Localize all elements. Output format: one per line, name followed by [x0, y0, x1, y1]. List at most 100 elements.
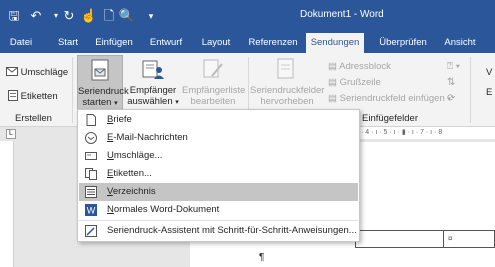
tab-einfuegen[interactable]: Einfügen — [92, 33, 136, 53]
menu-label: E-Mail-Nachrichten — [107, 129, 188, 147]
greeting-line-icon: ▤ — [328, 77, 337, 88]
adressblock-button: ▤ Adressblock — [328, 61, 391, 72]
paragraph-mark: ¶ — [259, 252, 265, 263]
group-separator — [470, 57, 471, 123]
labels-icon — [85, 168, 97, 180]
menu-item-briefe[interactable]: Briefe — [79, 111, 358, 129]
directory-icon — [85, 186, 97, 198]
tab-layout[interactable]: Layout — [198, 33, 234, 53]
dropdown-arrow-icon: ▾ — [175, 99, 179, 106]
ribbon-tabs: Datei Start Einfügen Entwurf Layout Refe… — [0, 33, 495, 53]
empfaengerliste-bearbeiten-button: Empfängerliste bearbeiten — [182, 55, 246, 111]
tab-ansicht[interactable]: Ansicht — [440, 33, 480, 53]
menu-label-rest: erzeichnis — [112, 186, 156, 197]
wizard-icon — [85, 225, 97, 237]
group-label-einfuegefelder: Einfügefelder — [362, 113, 418, 124]
menu-label: Normales Word-Dokument — [107, 201, 219, 219]
title-bar: 🖫 ↶ ▾ ↻ ☝ 🗋 🔍 ▾ Dokument1 - Word — [0, 0, 495, 33]
menu-label: Seriendruck-Assistent mit Schritt-für-Sc… — [107, 225, 357, 236]
seriendruck-starten-button[interactable]: Seriendruck starten ▾ — [77, 55, 129, 111]
recipients-icon — [142, 60, 164, 79]
tab-sendungen[interactable]: Sendungen — [306, 33, 364, 53]
adressblock-label: Adressblock — [339, 61, 391, 72]
menu-label-rest: riefe — [113, 114, 132, 125]
svg-text:W: W — [87, 206, 96, 216]
highlight-fields-icon — [277, 58, 294, 79]
seriendruck-label-2: starten — [82, 97, 112, 108]
undo-icon[interactable]: ↶ — [27, 7, 45, 25]
accelerator-key: U — [107, 150, 114, 161]
new-document-icon[interactable]: 🗋 — [100, 7, 118, 25]
menu-label-rest: -Mail-Nachrichten — [113, 132, 188, 143]
seriendruck-starten-menu: Briefe E-Mail-Nachrichten Umschläge... E… — [77, 109, 360, 242]
einfuegen-label: Seriendruckfeld einfügen — [339, 93, 445, 104]
menu-label: Etiketten... — [107, 165, 152, 183]
menu-item-verzeichnis[interactable]: Verzeichnis — [79, 183, 358, 201]
table-row[interactable]: ¤ — [355, 230, 495, 248]
menu-item-etiketten[interactable]: Etiketten... — [79, 165, 358, 183]
rules-icon: ⍰ ▾ — [447, 61, 460, 72]
tab-start[interactable]: Start — [53, 33, 83, 53]
empfaenger-label-2: auswählen — [127, 96, 173, 107]
table-cell-divider — [443, 231, 444, 247]
touch-mode-icon[interactable]: ☝ — [80, 7, 98, 25]
labels-icon — [8, 90, 18, 101]
menu-item-assistent[interactable]: Seriendruck-Assistent mit Schritt-für-Sc… — [79, 222, 358, 240]
menu-item-umschlaege[interactable]: Umschläge... — [79, 147, 358, 165]
save-icon[interactable]: 🖫 — [5, 7, 23, 25]
word-doc-icon: W — [85, 204, 97, 216]
match-fields-icon: ⇅ — [447, 77, 456, 88]
tab-selector-icon[interactable]: L — [6, 129, 16, 139]
menu-label-rest: mschläge... — [113, 150, 163, 161]
email-icon — [85, 132, 97, 144]
etiketten-button[interactable]: Etiketten — [8, 90, 58, 102]
felder-label-2: hervorheben — [260, 96, 314, 107]
horizontal-ruler: · 4 · ı · 5 · ı · ▮ · ı · 7 · ı · 8 — [355, 127, 495, 139]
tab-entwurf[interactable]: Entwurf — [146, 33, 186, 53]
menu-separator — [79, 220, 358, 221]
menu-label: Umschläge... — [107, 147, 162, 165]
ruler-marks: · 4 · ı · 5 · ı · ▮ · ı · 7 · ı · 8 — [361, 129, 443, 136]
liste-label-1: Empfängerliste — [182, 85, 246, 96]
insert-field-icon: ▤ — [328, 93, 337, 104]
update-labels-icon: ⟳ — [447, 93, 456, 104]
menu-label: Verzeichnis — [107, 183, 156, 201]
vertical-ruler — [0, 141, 14, 267]
seriendruck-label-2-row: starten ▾ — [78, 97, 122, 108]
liste-label-2: bearbeiten — [190, 96, 236, 107]
group-label-erstellen: Erstellen — [15, 113, 52, 124]
accelerator-key: N — [107, 204, 114, 215]
envelope-icon — [6, 67, 18, 76]
print-preview-icon[interactable]: 🔍 — [118, 7, 136, 25]
tab-ueberpruefen[interactable]: Überprüfen — [376, 33, 430, 53]
empfaenger-auswaehlen-button[interactable]: Empfänger auswählen ▾ — [124, 55, 182, 111]
cut-off-label-v: V — [486, 67, 493, 78]
seriendruckfeld-einfuegen-button: ▤ Seriendruckfeld einfügen ▾ — [328, 93, 451, 104]
empfaenger-label-1: Empfänger — [129, 85, 177, 96]
customize-qat-icon[interactable]: ▾ — [142, 7, 160, 25]
dropdown-arrow-icon: ▾ — [114, 100, 118, 107]
tab-referenzen[interactable]: Referenzen — [247, 33, 299, 53]
envelope-icon — [85, 152, 97, 160]
seriendruckfelder-hervorheben-button: Seriendruckfelder hervorheben — [250, 55, 324, 111]
edit-list-icon — [203, 59, 223, 78]
grusszeile-label: Grußzeile — [339, 77, 381, 88]
group-separator — [72, 57, 73, 123]
menu-item-email[interactable]: E-Mail-Nachrichten — [79, 129, 358, 147]
mail-merge-icon — [91, 59, 109, 81]
umschlaege-label: Umschläge — [20, 67, 69, 78]
address-block-icon: ▤ — [328, 61, 337, 72]
menu-item-normales-dokument[interactable]: W Normales Word-Dokument — [79, 201, 358, 219]
empfaenger-label-2-row: auswählen ▾ — [124, 96, 182, 107]
seriendruck-label-1: Seriendruck — [78, 86, 129, 97]
window-title: Dokument1 - Word — [300, 9, 384, 20]
redo-icon[interactable]: ↻ — [60, 7, 78, 25]
menu-label: Briefe — [107, 111, 132, 129]
menu-label-rest: ormales Word-Dokument — [113, 204, 220, 215]
felder-label-1: Seriendruckfelder — [250, 85, 325, 96]
umschlaege-button[interactable]: Umschläge — [6, 67, 68, 78]
tab-datei[interactable]: Datei — [6, 33, 36, 53]
cell-end-mark: ¤ — [448, 234, 453, 243]
etiketten-label: Etiketten — [20, 91, 58, 102]
menu-label-rest: tiketten... — [113, 168, 152, 179]
